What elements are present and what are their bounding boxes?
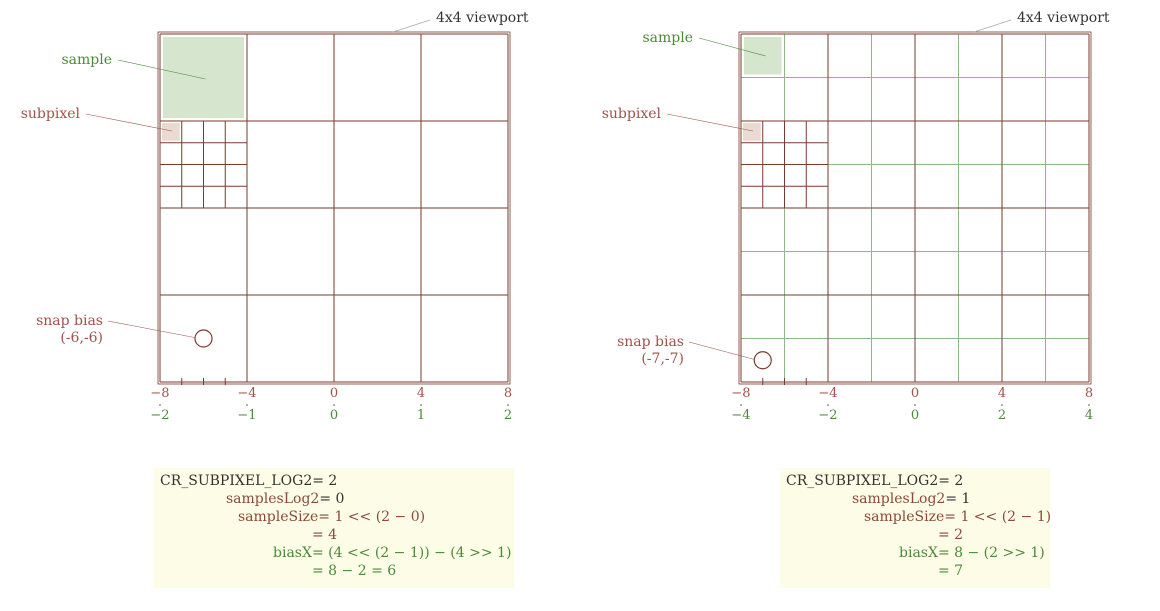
equation-box-right: CR_SUBPIXEL_LOG2= 2 samplesLog2= 1 sampl… [780, 468, 1052, 588]
sample-axis-tick-label: −1 [237, 408, 256, 423]
axis-dot [159, 404, 161, 406]
sample-axis-tick-label: −4 [731, 408, 750, 423]
eq-sample-size-result: = 2 [938, 527, 964, 543]
sample-axis-tick-label: −2 [150, 408, 169, 423]
eq-bias-x-value: = 8 − (2 >> 1) [937, 545, 1045, 561]
sample-axis-tick-label: 2 [998, 408, 1006, 423]
axis-dot [246, 404, 248, 406]
sample-axis-tick-label: 0 [911, 408, 919, 423]
subpixel-axis-tick-label: 4 [998, 386, 1006, 401]
axis-dot [1088, 404, 1090, 406]
snap-bias-callout-line [107, 320, 195, 338]
eq-bias-x-label: biasX [273, 545, 312, 561]
eq-sample-size-label: sampleSize [238, 509, 319, 525]
subpixel-axis-tick-label: 4 [417, 386, 425, 401]
eq-samples-log2-value: = 0 [319, 491, 345, 507]
eq-subpixel-log2-value: = 2 [938, 473, 964, 489]
sample-label: sample [61, 52, 112, 68]
snap-bias-value: (-6,-6) [60, 330, 103, 346]
sample-axis-tick-label: 1 [417, 408, 425, 423]
eq-sample-size-result: = 4 [312, 527, 338, 543]
subpixel-cell [162, 123, 180, 141]
viewport-label: 4x4 viewport [436, 10, 529, 26]
eq-samples-log2-label: samplesLog2 [852, 491, 946, 507]
panel-left [85, 19, 511, 406]
viewport-label: 4x4 viewport [1017, 10, 1110, 26]
eq-samples-log2-value: = 1 [945, 491, 971, 507]
eq-samples-log2-label: samplesLog2 [226, 491, 320, 507]
snap-bias-marker [194, 329, 213, 348]
sample-axis-tick-label: −2 [818, 408, 837, 423]
eq-bias-x-label: biasX [899, 545, 938, 561]
sample-cell [163, 37, 244, 118]
axis-dot [1001, 404, 1003, 406]
eq-bias-x-result: = 7 [938, 563, 964, 579]
panel-right [666, 19, 1092, 406]
eq-subpixel-log2-label: CR_SUBPIXEL_LOG2 [786, 473, 939, 489]
snap-bias-marker [753, 351, 772, 370]
subpixel-callout-line [85, 113, 173, 132]
axis-dot [740, 404, 742, 406]
viewport-callout-line [392, 19, 431, 33]
subpixel-axis-tick-label: −4 [237, 386, 256, 401]
sample-axis-tick-label: 2 [504, 408, 512, 423]
subpixel-axis-tick-label: 0 [330, 386, 338, 401]
eq-sample-size-value: = 1 << (2 − 1) [944, 509, 1052, 525]
sample-axis-tick-label: 4 [1085, 408, 1093, 423]
equation-box-left: CR_SUBPIXEL_LOG2= 2 samplesLog2= 0 sampl… [154, 468, 514, 588]
sample-label: sample [642, 30, 693, 46]
subpixel-axis-tick-label: −8 [731, 386, 750, 401]
eq-bias-x-value: = (4 << (2 − 1)) − (4 >> 1) [311, 545, 512, 561]
snap-bias-callout-line [688, 341, 754, 360]
subpixel-callout-line [666, 113, 754, 132]
axis-dot [333, 404, 335, 406]
subpixel-axis-tick-label: 8 [504, 386, 512, 401]
axis-dot [827, 404, 829, 406]
subpixel-label: subpixel [602, 106, 662, 122]
axis-dot [914, 404, 916, 406]
snap-bias-label: snap bias [617, 334, 684, 350]
sample-axis-tick-label: 0 [330, 408, 338, 423]
eq-sample-size-label: sampleSize [864, 509, 945, 525]
subpixel-axis-tick-label: −8 [150, 386, 169, 401]
eq-subpixel-log2-value: = 2 [312, 473, 338, 489]
snap-bias-label: snap bias [36, 313, 103, 329]
axis-dot [507, 404, 509, 406]
subpixel-axis-tick-label: 8 [1085, 386, 1093, 401]
eq-sample-size-value: = 1 << (2 − 0) [318, 509, 426, 525]
viewport-callout-line [973, 19, 1012, 33]
subpixel-cell [743, 123, 761, 141]
snap-bias-value: (-7,-7) [641, 351, 684, 367]
subpixel-axis-tick-label: −4 [818, 386, 837, 401]
eq-bias-x-result: = 8 − 2 = 6 [312, 563, 397, 579]
axis-dot [420, 404, 422, 406]
eq-subpixel-log2-label: CR_SUBPIXEL_LOG2 [160, 473, 313, 489]
sample-cell [744, 37, 782, 75]
subpixel-axis-tick-label: 0 [911, 386, 919, 401]
subpixel-label: subpixel [21, 106, 81, 122]
